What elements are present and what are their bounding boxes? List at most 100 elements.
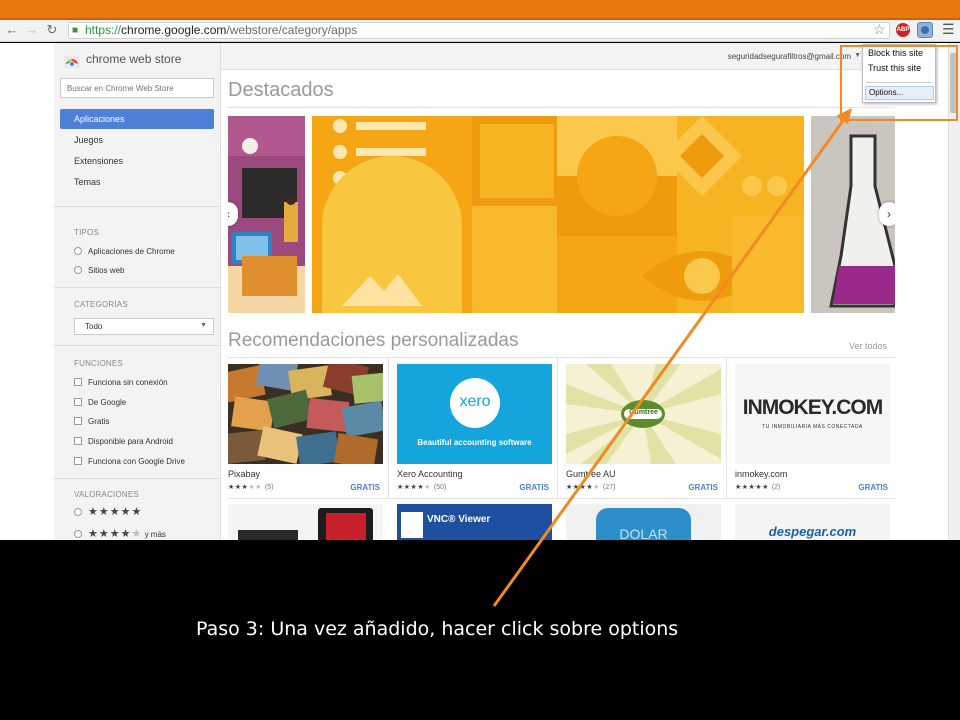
inmokey-brand: INMOKEY.COM xyxy=(742,396,884,419)
app-price[interactable]: GRATIS xyxy=(519,483,549,492)
app-tile-dolar[interactable]: DOLAR xyxy=(566,504,721,540)
radio-icon xyxy=(74,247,82,255)
page-gutter xyxy=(0,43,54,540)
section-divider xyxy=(54,345,221,346)
app-tile-xero[interactable]: xero Beautiful accounting software Xero … xyxy=(390,358,558,498)
reload-icon[interactable]: ↻ xyxy=(44,22,60,38)
three-stars-icon: ★★★★★ xyxy=(228,484,262,491)
app-name[interactable]: Gumtree AU xyxy=(566,469,616,479)
filter-label: De Google xyxy=(88,398,127,407)
address-bar[interactable]: ■ https://chrome.google.com/webstore/cat… xyxy=(68,22,890,39)
store-search-input[interactable] xyxy=(60,78,214,98)
filter-check-drive[interactable]: Funciona con Google Drive xyxy=(74,456,185,468)
section-divider xyxy=(228,107,895,108)
presenter-illustration-icon xyxy=(228,116,305,313)
app-tile-vnc[interactable]: VNC® Viewer xyxy=(397,504,552,540)
vnc-logo-icon xyxy=(401,512,423,538)
app-tile-pixabay[interactable]: Pixabay ★★★★★ (5) GRATIS xyxy=(221,358,389,498)
section-title-valoraciones: VALORACIONES xyxy=(74,490,139,499)
app-tile-inmokey[interactable]: INMOKEY.COM TU INMOBILIARIA MÁS CONECTAD… xyxy=(728,358,896,498)
recommendations-title: Recomendaciones personalizadas xyxy=(228,330,519,351)
radio-icon xyxy=(74,508,82,516)
adblock-plus-icon[interactable]: ABP xyxy=(896,23,910,37)
sidebar-item-temas[interactable]: Temas xyxy=(60,172,214,192)
rating-count: (27) xyxy=(602,484,616,491)
app-thumbnail: xero Beautiful accounting software xyxy=(397,364,552,464)
section-divider xyxy=(54,287,221,288)
store-main: seguridadsegurafiltros@gmail.com ▼ Desta… xyxy=(221,43,896,540)
app-name[interactable]: Pixabay xyxy=(228,469,260,479)
filter-radio-websites[interactable]: Sitios web xyxy=(74,265,124,277)
section-divider xyxy=(54,206,221,207)
five-stars-icon: ★★★★★ xyxy=(88,506,143,518)
chrome-web-store-logo-icon[interactable] xyxy=(62,50,82,70)
app-rating: ★★★★★ (27) xyxy=(566,483,615,491)
filter-label: Gratis xyxy=(88,417,110,426)
filter-label: Disponible para Android xyxy=(88,437,173,446)
back-icon[interactable]: ← xyxy=(4,22,20,38)
chrome-menu-icon[interactable]: ☰ xyxy=(942,21,955,38)
app-name[interactable]: inmokey.com xyxy=(735,469,787,479)
filter-label: Funciona con Google Drive xyxy=(88,457,185,466)
checkbox-icon xyxy=(74,437,82,445)
four-stars-icon: ★★★★★ xyxy=(566,484,600,491)
bookmark-star-icon[interactable]: ☆ xyxy=(873,21,886,38)
app-name[interactable]: Xero Accounting xyxy=(397,469,463,479)
filter-check-offline[interactable]: Funciona sin conexión xyxy=(74,377,168,389)
checkbox-icon xyxy=(74,457,82,465)
filter-check-google[interactable]: De Google xyxy=(74,397,126,409)
sidebar-item-juegos[interactable]: Juegos xyxy=(60,130,214,150)
extension-globe-icon[interactable] xyxy=(917,22,933,38)
filter-check-android[interactable]: Disponible para Android xyxy=(74,436,173,448)
filter-check-free[interactable]: Gratis xyxy=(74,416,109,428)
category-select[interactable]: Todo ▼ xyxy=(74,318,214,335)
featured-slide-left[interactable] xyxy=(228,116,305,313)
browser-toolbar: ← → ↻ ■ https://chrome.google.com/websto… xyxy=(0,20,960,42)
section-title-tipos: TIPOS xyxy=(74,228,100,237)
app-rating: ★★★★★ (5) xyxy=(228,483,273,491)
gumtree-brand: Gumtree xyxy=(629,409,658,416)
dolar-brand: DOLAR xyxy=(619,526,668,540)
app-tile-gumtree[interactable]: Gumtree Gumtree AU ★★★★★ (27) GRATIS xyxy=(559,358,727,498)
despegar-brand: despegar.com xyxy=(768,524,857,539)
four-stars-icon: ★★★★★ xyxy=(397,484,431,491)
xero-brand: xero xyxy=(459,393,491,410)
filter-label: Aplicaciones de Chrome xyxy=(88,247,175,256)
featured-carousel: ‹ › xyxy=(228,116,895,313)
radio-icon xyxy=(74,530,82,538)
store-name[interactable]: chrome web store xyxy=(86,52,181,66)
see-all-link[interactable]: Ver todos xyxy=(849,341,887,351)
sidebar-item-extensiones[interactable]: Extensiones xyxy=(60,151,214,171)
xero-tagline: Beautiful accounting software xyxy=(417,438,532,447)
user-email[interactable]: seguridadsegurafiltros@gmail.com xyxy=(728,52,851,61)
app-price[interactable]: GRATIS xyxy=(688,483,718,492)
filter-rating-5[interactable]: ★★★★★ xyxy=(74,506,142,519)
app-thumbnail: Gumtree xyxy=(566,364,721,464)
app-tile-tablet[interactable] xyxy=(228,504,383,540)
app-tile-despegar[interactable]: despegar.com xyxy=(735,504,890,540)
carousel-next-button[interactable]: › xyxy=(879,202,895,226)
four-stars-icon: ★★★★★ xyxy=(88,528,143,540)
checkbox-icon xyxy=(74,378,82,386)
filter-radio-chrome-apps[interactable]: Aplicaciones de Chrome xyxy=(74,246,175,258)
tablet-screen-icon xyxy=(326,513,366,540)
filter-rating-4[interactable]: ★★★★★ y más xyxy=(74,528,166,540)
filter-label: Sitios web xyxy=(88,266,125,275)
category-select-value: Todo xyxy=(85,322,103,331)
checkbox-icon xyxy=(74,417,82,425)
store-header: seguridadsegurafiltros@gmail.com ▼ xyxy=(221,43,895,70)
laptop-device-icon xyxy=(238,530,298,540)
featured-slide-main[interactable] xyxy=(312,116,804,313)
section-divider xyxy=(228,498,895,499)
lock-icon: ■ xyxy=(72,25,79,36)
forward-icon[interactable]: → xyxy=(24,22,40,38)
rating-count: (5) xyxy=(264,484,274,491)
photo-collage-icon xyxy=(228,364,383,464)
annotation-highlight-box xyxy=(840,45,958,121)
sidebar-item-aplicaciones[interactable]: Aplicaciones xyxy=(60,109,214,129)
app-price[interactable]: GRATIS xyxy=(350,483,380,492)
app-thumbnail: INMOKEY.COM TU INMOBILIARIA MÁS CONECTAD… xyxy=(735,364,890,464)
filter-label: Funciona sin conexión xyxy=(88,378,168,387)
section-title-funciones: FUNCIONES xyxy=(74,359,123,368)
app-price[interactable]: GRATIS xyxy=(858,483,888,492)
